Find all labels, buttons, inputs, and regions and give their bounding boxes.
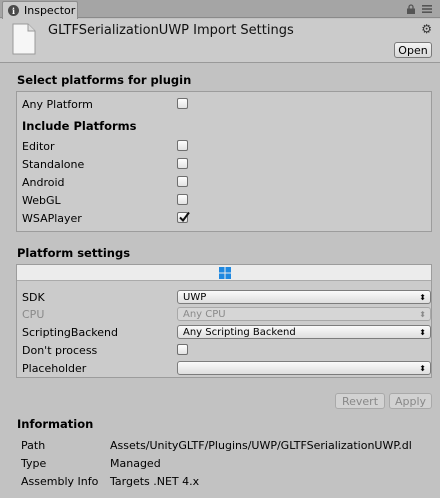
sdk-label: SDK — [22, 290, 45, 304]
sdk-row: SDK — [22, 289, 45, 305]
scripting-backend-label: ScriptingBackend — [22, 325, 118, 339]
any-platform-checkbox[interactable] — [177, 98, 188, 109]
cpu-dropdown: Any CPU ⬍ — [177, 307, 431, 321]
wsaplayer-checkbox[interactable] — [177, 211, 190, 223]
platform-row-android: Android — [22, 174, 65, 190]
platform-row-wsaplayer: WSAPlayer — [22, 210, 82, 226]
platform-row-webgl: WebGL — [22, 192, 61, 208]
gear-icon[interactable]: ⚙ — [421, 22, 432, 36]
dropdown-arrow-icon: ⬍ — [419, 364, 426, 373]
assembly-info-value: Targets .NET 4.x — [110, 475, 200, 488]
page-title: GLTFSerializationUWP Import Settings — [48, 23, 294, 38]
editor-checkbox[interactable] — [177, 140, 188, 151]
platform-row-editor: Editor — [22, 138, 55, 154]
include-platforms-label: Include Platforms — [22, 119, 137, 133]
sdk-value: UWP — [183, 291, 207, 303]
platform-tab-strip — [17, 265, 431, 281]
apply-button[interactable]: Apply — [389, 393, 432, 409]
placeholder-label: Placeholder — [22, 361, 87, 375]
platform-settings-title: Platform settings — [17, 246, 131, 260]
platform-label: WSAPlayer — [22, 211, 82, 225]
type-value: Managed — [110, 457, 161, 470]
path-value: Assets/UnityGLTF/Plugins/UWP/GLTFSeriali… — [110, 439, 412, 452]
tab-bar: i Inspector — [0, 0, 440, 19]
dont-process-checkbox[interactable] — [177, 344, 188, 355]
select-platforms-panel: Any Platform Include Platforms Editor St… — [16, 91, 432, 232]
information-title: Information — [17, 417, 94, 431]
revert-button[interactable]: Revert — [335, 393, 385, 409]
webgl-checkbox[interactable] — [177, 194, 188, 205]
checkmark-icon — [179, 211, 190, 223]
placeholder-dropdown[interactable]: ⬍ — [177, 361, 431, 375]
android-checkbox[interactable] — [177, 176, 188, 187]
cpu-value: Any CPU — [183, 308, 226, 320]
open-button[interactable]: Open — [394, 42, 432, 58]
info-icon: i — [8, 5, 19, 16]
include-platforms-title: Include Platforms — [22, 118, 136, 134]
menu-icon[interactable] — [422, 4, 432, 14]
assembly-info-label: Assembly Info — [21, 475, 99, 488]
scripting-backend-value: Any Scripting Backend — [183, 326, 296, 338]
tab-inspector[interactable]: i Inspector — [2, 1, 78, 19]
platform-row-standalone: Standalone — [22, 156, 84, 172]
cpu-row: CPU — [22, 306, 44, 322]
dropdown-arrow-icon: ⬍ — [419, 328, 426, 337]
path-label: Path — [21, 439, 46, 452]
platform-settings-panel: SDK UWP ⬍ CPU Any CPU ⬍ ScriptingBackend… — [16, 264, 432, 378]
standalone-checkbox[interactable] — [177, 158, 188, 169]
lock-icon[interactable] — [406, 4, 416, 14]
platform-label: Android — [22, 175, 65, 189]
cpu-label: CPU — [22, 307, 45, 321]
dont-process-label: Don't process — [22, 343, 98, 357]
scripting-backend-dropdown[interactable]: Any Scripting Backend ⬍ — [177, 325, 431, 339]
sdk-dropdown[interactable]: UWP ⬍ — [177, 290, 431, 304]
dropdown-arrow-icon: ⬍ — [419, 293, 426, 302]
platform-label: WebGL — [22, 193, 61, 207]
select-platforms-title: Select platforms for plugin — [17, 73, 192, 87]
file-icon — [12, 23, 36, 55]
placeholder-row: Placeholder — [22, 360, 86, 376]
dropdown-arrow-icon: ⬍ — [419, 310, 426, 319]
type-label: Type — [21, 457, 47, 470]
dont-process-row: Don't process — [22, 342, 97, 358]
platform-label: Editor — [22, 139, 55, 153]
any-platform-row: Any Platform — [22, 96, 93, 112]
platform-label: Standalone — [22, 157, 85, 171]
inspector-header: GLTFSerializationUWP Import Settings ⚙ O… — [0, 19, 440, 63]
scripting-backend-row: ScriptingBackend — [22, 324, 118, 340]
tab-label: Inspector — [24, 4, 76, 17]
windows-icon[interactable] — [219, 267, 231, 279]
any-platform-label: Any Platform — [22, 97, 93, 111]
